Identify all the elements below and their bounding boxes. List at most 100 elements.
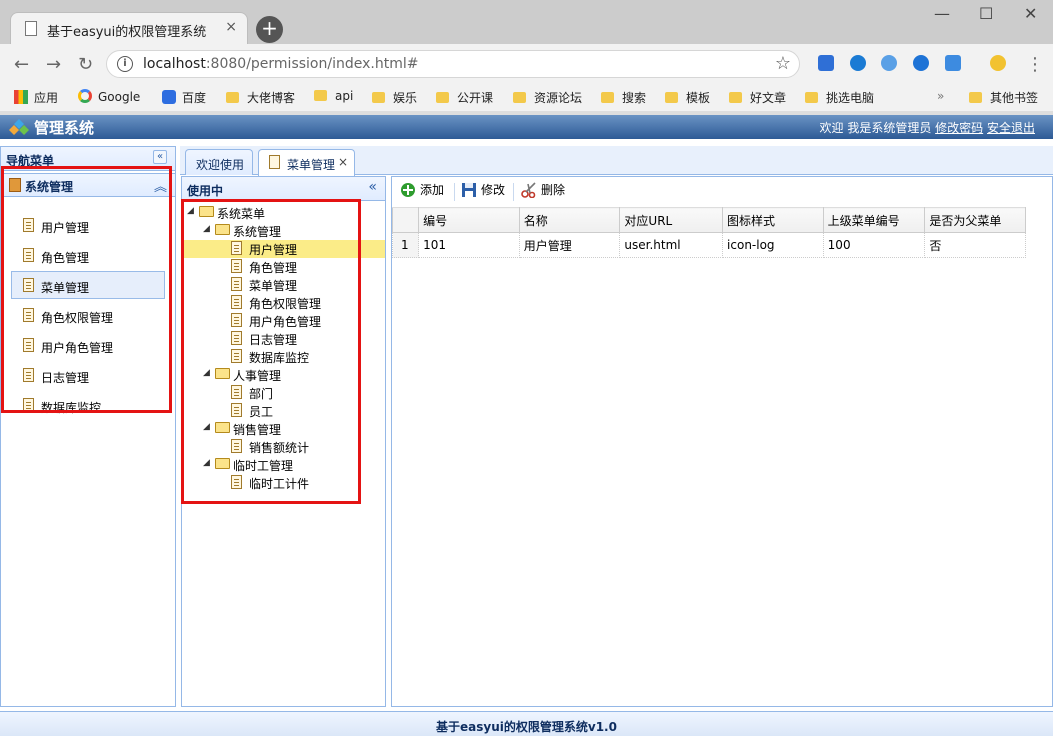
nav-item-label: 菜单管理 [41,281,90,295]
extension-icon[interactable] [850,55,866,71]
nav-item-role[interactable]: 角色管理 [11,241,165,269]
change-password-link[interactable]: 修改密码 [935,121,983,135]
edit-button[interactable]: 修改 [461,181,505,203]
expand-icon[interactable]: ◢ [203,224,210,234]
app-title: 管理系统 [34,119,95,137]
column-header[interactable]: 对应URL [619,207,724,233]
accordion-header-system[interactable]: 系统管理 ︽ [1,173,175,197]
nav-item-label: 角色管理 [41,251,90,265]
browser-chrome: 基于easyui的权限管理系统 × + — ☐ ✕ ← → ↻ i localh… [0,0,1053,115]
grid-header-row: 编号 名称 对应URL 图标样式 上级菜单编号 是否为父菜单 [391,207,1026,233]
nav-item-log[interactable]: 日志管理 [11,361,165,389]
window-close-icon[interactable]: ✕ [1024,4,1037,23]
bookmark-folder[interactable]: 资源论坛 [513,89,582,107]
minimize-icon[interactable]: — [934,4,950,23]
tab-welcome[interactable]: 欢迎使用 [185,149,253,175]
bookmark-google[interactable]: Google [78,89,140,107]
extension-icon[interactable] [818,55,834,71]
extension-icon[interactable] [913,55,929,71]
row-number: 1 [391,232,420,258]
page-icon [23,398,34,412]
nav-item-menu[interactable]: 菜单管理 [11,271,165,299]
more-bookmarks-icon[interactable]: » [937,89,944,107]
bookmark-apps[interactable]: 应用 [14,89,58,107]
table-cell[interactable]: 101 [418,232,520,258]
nav-item-label: 日志管理 [41,371,90,385]
collapse-tree-icon[interactable]: « [368,179,377,195]
bookmark-folder[interactable]: 模板 [665,89,710,107]
bookmark-baidu[interactable]: 百度 [162,89,206,107]
bookmark-folder[interactable]: api [314,89,353,107]
nav-item-user[interactable]: 用户管理 [11,211,165,239]
folder-icon [513,92,526,103]
table-cell[interactable]: 100 [822,232,926,258]
address-bar[interactable]: i localhost:8080/permission/index.html# … [106,50,800,78]
new-tab-button[interactable]: + [256,16,283,43]
column-header[interactable]: 编号 [418,207,520,233]
table-row[interactable]: 1 101 用户管理 user.html icon-log 100 否 [391,232,1026,258]
bookmark-folder[interactable]: 搜索 [601,89,646,107]
table-cell[interactable]: user.html [619,232,724,258]
url-text[interactable]: localhost:8080/permission/index.html# [143,56,418,72]
tab-strip: 基于easyui的权限管理系统 × + — ☐ ✕ [0,0,1053,44]
extension-icon[interactable] [881,55,897,71]
tab-menu-management[interactable]: 菜单管理 × [258,149,355,176]
other-bookmarks[interactable]: 其他书签 [969,89,1038,107]
nav-item-db-monitor[interactable]: 数据库监控 [11,391,165,419]
file-icon [231,313,242,327]
delete-button[interactable]: 删除 [521,181,565,203]
user-info: 欢迎 我是系统管理员 修改密码 安全退出 [820,119,1036,136]
column-header[interactable]: 名称 [518,207,621,233]
delete-label: 删除 [541,183,566,197]
tree-panel-title: 使用中 [187,184,224,198]
expand-icon[interactable]: ◢ [203,422,210,432]
column-header[interactable]: 是否为父菜单 [924,207,1026,233]
add-button[interactable]: 添加 [400,181,444,203]
bookmark-folder[interactable]: 公开课 [436,89,493,107]
bookmark-folder[interactable]: 大佬博客 [226,89,295,107]
forward-icon[interactable]: → [46,54,61,75]
table-cell[interactable]: 否 [924,232,1026,258]
column-header[interactable]: 图标样式 [722,207,824,233]
browser-tab[interactable]: 基于easyui的权限管理系统 × [10,12,248,44]
toolbar-separator [513,183,514,201]
collapse-nav-icon[interactable]: « [153,150,167,164]
info-icon[interactable]: i [117,56,133,72]
folder-icon [314,90,327,101]
bookmark-folder[interactable]: 好文章 [729,89,786,107]
reload-icon[interactable]: ↻ [78,54,93,75]
google-icon [78,89,92,103]
save-icon [462,183,476,197]
column-header[interactable]: 上级菜单编号 [822,207,926,233]
nav-panel-header: 导航菜单 « [1,147,175,171]
nav-item-role-permission[interactable]: 角色权限管理 [11,301,165,329]
back-icon[interactable]: ← [14,54,29,75]
menu-icon[interactable]: ⋮ [1026,54,1044,75]
folder-icon [215,458,230,469]
close-tab-icon[interactable]: × [225,19,237,35]
table-cell[interactable]: icon-log [722,232,824,258]
nav-item-label: 数据库监控 [41,401,102,415]
folder-icon [665,92,678,103]
book-icon [9,178,21,192]
nav-item-user-role[interactable]: 用户角色管理 [11,331,165,359]
rownum-header [391,207,420,233]
logout-link[interactable]: 安全退出 [987,121,1035,135]
folder-icon [729,92,742,103]
bookmark-folder[interactable]: 娱乐 [372,89,417,107]
page-icon [23,248,34,262]
close-tab-icon[interactable]: × [338,155,348,169]
file-icon [231,475,242,489]
scissors-icon [521,182,536,198]
expand-icon[interactable]: ◢ [187,206,194,216]
expand-icon[interactable]: ◢ [203,458,210,468]
bookmark-folder[interactable]: 挑选电脑 [805,89,874,107]
folder-icon [601,92,614,103]
extension-icon[interactable] [945,55,961,71]
table-cell[interactable]: 用户管理 [518,232,621,258]
expand-icon[interactable]: ◢ [203,368,210,378]
profile-avatar[interactable] [990,55,1006,71]
collapse-up-icon[interactable]: ︽ [154,176,167,195]
bookmark-star-icon[interactable]: ☆ [775,53,791,74]
maximize-icon[interactable]: ☐ [979,4,993,23]
